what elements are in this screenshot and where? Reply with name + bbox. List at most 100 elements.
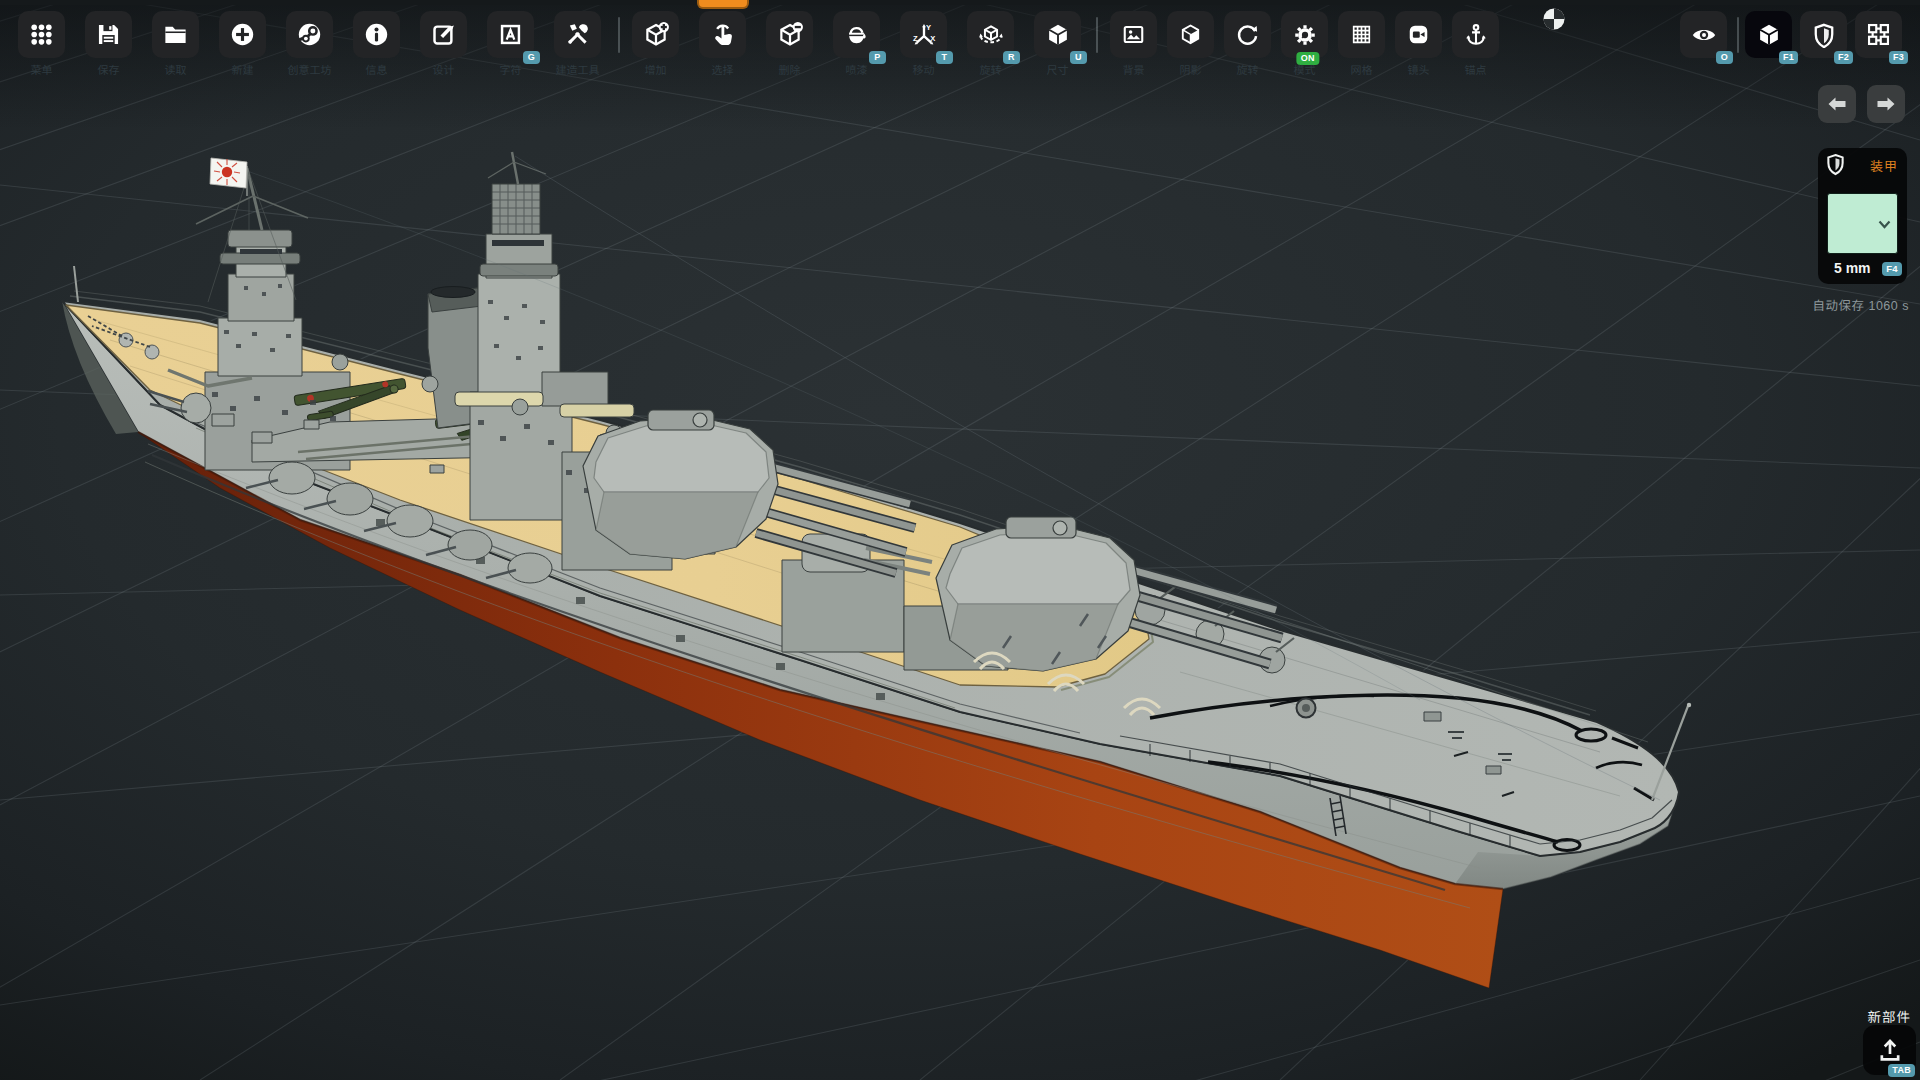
letter-box-icon [497,21,524,48]
redo-arrow-icon [1874,92,1898,116]
cube-minus-icon [776,21,804,49]
save-icon [95,21,122,48]
shield-icon [1826,153,1845,176]
tool-select-label: 选择 [712,62,734,76]
tool-rotate-button[interactable]: R旋转 [967,11,1014,58]
view-cube-icon [1755,21,1783,49]
tool-open-button[interactable]: 读取 [152,11,199,58]
tool-tools-label: 建造工具 [556,62,600,76]
tool-save-button[interactable]: 保存 [85,11,132,58]
tool-armor-button[interactable]: F2 [1800,11,1847,58]
shortcut-badge-f2: F2 [1834,51,1853,64]
tool-move-button[interactable]: Y Z XT移动 [900,11,947,58]
shortcut-badge-o: O [1716,51,1733,64]
toolbar-divider [1096,17,1098,53]
tool-scale-label: 尺寸 [1047,62,1069,76]
tool-camera-label: 镜头 [1408,62,1430,76]
tool-move-label: 移动 [913,62,935,76]
tool-turntable-label: 旋转 [1237,62,1259,76]
shortcut-badge-t: T [936,51,953,64]
cube-rotate-icon [977,21,1005,49]
toolbar-group-file: 菜单 保存 读取 新建 创意工坊 信息 设计 G字符 建造工具 [18,11,601,58]
rotate-arrow-icon [1235,22,1260,47]
redo-button[interactable] [1867,85,1905,123]
tool-add-button[interactable]: 增加 [632,11,679,58]
armor-panel-title: 装甲 [1870,156,1898,175]
viewport-3d[interactable] [0,0,1920,1080]
new-part-label: 新部件 [1868,1006,1912,1026]
eye-icon [1690,21,1718,49]
tool-design-label: 设计 [433,62,455,76]
tool-paint-label: 喷漆 [846,62,868,76]
plus-circle-icon [229,21,256,48]
chevron-down-icon [1878,220,1891,229]
info-icon [363,21,390,48]
tool-info-button[interactable]: 信息 [353,11,400,58]
tool-delete-button[interactable]: 删除 [766,11,813,58]
tool-delete-label: 删除 [779,62,801,76]
tool-background-button[interactable]: 背景 [1110,11,1157,58]
tool-observe-button[interactable]: O [1680,11,1727,58]
builder-screen: 菜单 保存 读取 新建 创意工坊 信息 设计 G字符 建造工具 增加 选择 删除… [0,0,1920,1080]
tool-info-label: 信息 [366,62,388,76]
shortcut-badge-p: P [869,51,886,64]
tool-tools-button[interactable]: 建造工具 [554,11,601,58]
edit-icon [430,21,457,48]
tool-design-button[interactable]: 设计 [420,11,467,58]
armor-panel: 装甲 5 mm F4 [1818,148,1907,284]
menu-grid-icon [28,21,55,48]
tool-save-label: 保存 [98,62,120,76]
undo-arrow-icon [1825,92,1849,116]
top-strip [0,0,1920,5]
new-part-button[interactable]: TAB [1863,1025,1916,1075]
toolbar-divider [1737,17,1739,53]
image-icon [1121,22,1146,47]
undo-button[interactable] [1818,85,1856,123]
cube-solid-icon [1044,21,1072,49]
autosave-label: 自动保存 [1812,295,1864,314]
cube-plus-icon [642,21,670,49]
tool-shadow-button[interactable]: 阴影 [1167,11,1214,58]
tool-decal-label: 字符 [500,62,522,76]
tool-mode-button[interactable]: ON模式 [1281,11,1328,58]
axes-icon: Y Z X [910,21,938,49]
tool-normal-button[interactable]: F1 [1745,11,1792,58]
hand-icon [709,21,737,49]
tool-new-button[interactable]: 新建 [219,11,266,58]
tool-open-label: 读取 [165,62,187,76]
tool-module-button[interactable]: F3 [1855,11,1902,58]
armor-shortcut: F4 [1882,253,1902,277]
shield-icon [1811,22,1837,48]
tool-select-button[interactable]: 选择 [699,11,746,58]
tool-turntable-button[interactable]: 旋转 [1224,11,1271,58]
armor-thickness-value[interactable]: 5 mm [1834,260,1871,276]
tool-rotate-label: 旋转 [980,62,1002,76]
f4-key-badge: F4 [1882,262,1902,276]
tool-decal-button[interactable]: G字符 [487,11,534,58]
tool-anchor-button[interactable]: 锚点 [1452,11,1499,58]
grid-icon [1349,22,1374,47]
selected-tool-tab [697,0,749,9]
toolbar-divider [618,17,620,53]
paint-bucket-icon [843,21,870,48]
armor-material-dropdown[interactable] [1827,193,1898,254]
tool-background-label: 背景 [1123,62,1145,76]
toolbar-group-view: 背景 阴影 旋转 ON模式 网格 镜头 锚点 [1110,11,1499,58]
tool-workshop-button[interactable]: 创意工坊 [286,11,333,58]
svg-text:Y: Y [926,22,931,31]
autosave-value: 1060 s [1868,295,1909,314]
folder-icon [162,21,189,48]
tab-key-badge: TAB [1888,1064,1915,1077]
svg-text:Z: Z [913,33,918,42]
tool-grid-button[interactable]: 网格 [1338,11,1385,58]
tool-scale-button[interactable]: U尺寸 [1034,11,1081,58]
tool-anchor-label: 锚点 [1465,62,1487,76]
tool-camera-button[interactable]: 镜头 [1395,11,1442,58]
shortcut-badge-r: R [1003,51,1020,64]
shortcut-badge-f3: F3 [1889,51,1908,64]
shortcut-badge-g: G [523,51,540,64]
camera-icon [1406,22,1431,47]
gear-icon [1292,22,1318,48]
tool-paint-button[interactable]: P喷漆 [833,11,880,58]
tool-menu-button[interactable]: 菜单 [18,11,65,58]
